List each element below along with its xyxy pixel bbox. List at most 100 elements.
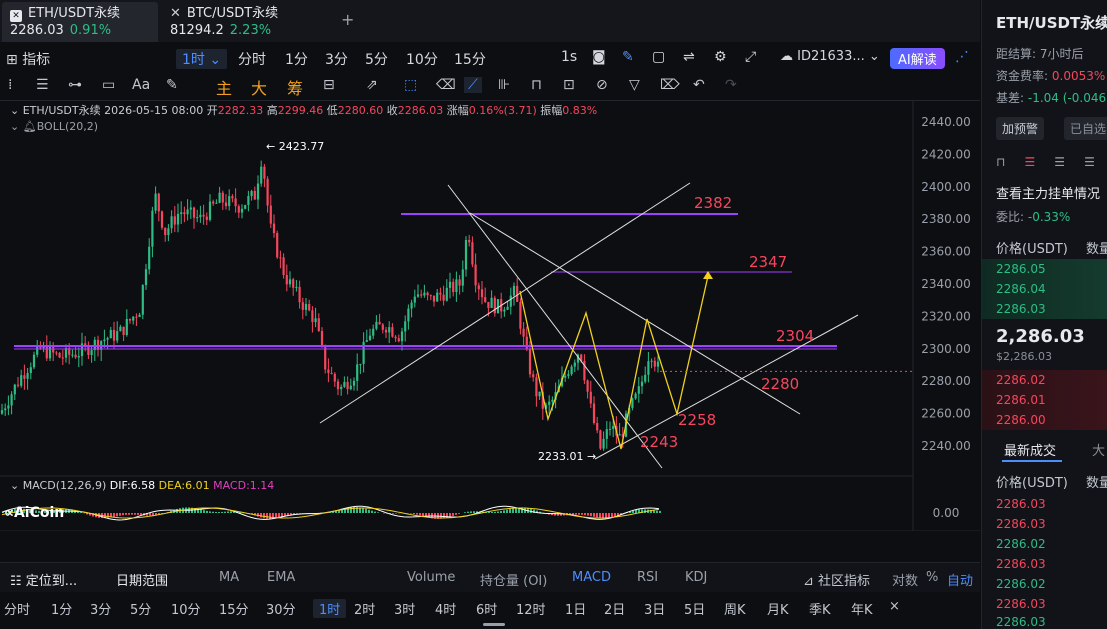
big-button[interactable]: 大 — [251, 75, 267, 99]
collapse-icon[interactable]: ⌄ — [10, 120, 19, 133]
scroll-indicator[interactable] — [483, 623, 505, 626]
eraser-icon[interactable]: ⌫ — [436, 77, 456, 93]
oi-button[interactable]: 持仓量 (OI) — [480, 570, 547, 589]
log-button[interactable]: 对数 — [892, 570, 918, 589]
close-icon[interactable]: × — [889, 599, 900, 614]
percent-button[interactable]: % — [926, 570, 938, 585]
fullscreen-icon[interactable]: ⤢ — [745, 49, 756, 65]
rect-icon[interactable]: ▭ — [102, 77, 115, 93]
interval-8[interactable]: 2时 — [354, 599, 375, 618]
line-tool-icon[interactable]: ⟋ — [464, 77, 482, 93]
ma-button[interactable]: MA — [219, 570, 239, 585]
interval-12[interactable]: 12时 — [516, 599, 546, 618]
interval-17[interactable]: 周K — [724, 599, 746, 618]
gear-icon[interactable]: ⚙ — [714, 49, 727, 65]
interval-15m[interactable]: 15分 — [454, 49, 486, 69]
interval-15[interactable]: 3日 — [644, 599, 665, 618]
date-range-button[interactable]: 日期范围 — [116, 570, 168, 589]
interval-selector[interactable]: 1时 ⌄ — [176, 49, 228, 69]
interval-10m[interactable]: 10分 — [406, 49, 438, 69]
alert-icon[interactable]: ⊡ — [563, 77, 575, 93]
interval-0[interactable]: 分时 — [4, 599, 30, 618]
ask-price[interactable]: 2286.03 — [996, 302, 1046, 316]
ask-price[interactable]: 2286.04 — [996, 282, 1046, 296]
interval-19[interactable]: 季K — [809, 599, 831, 618]
crosshair-icon[interactable]: ⁞ — [8, 77, 12, 93]
close-icon[interactable]: ✕ — [170, 6, 181, 21]
magnet-icon[interactable]: ⊘ — [596, 77, 608, 93]
large-trades-tab[interactable]: 大 — [1092, 440, 1105, 459]
tab-eth[interactable]: ✕ ETH/USDT永续 2286.03 0.91% — [2, 2, 158, 42]
boll-legend[interactable]: ⌄ 🔔︎BOLL(20,2) — [10, 120, 98, 133]
locate-button[interactable]: ☷ 定位到... — [10, 570, 77, 589]
indicator-button[interactable]: ⊞ 指标 — [6, 49, 50, 69]
redo-icon[interactable]: ↷ — [725, 77, 737, 93]
main-button[interactable]: 主 — [216, 75, 232, 99]
book-split-icon[interactable]: ☰ — [1024, 155, 1035, 169]
alert-button[interactable]: 加预警 — [996, 117, 1045, 140]
ai-button[interactable]: AI解读 — [890, 48, 945, 69]
volume-button[interactable]: Volume — [407, 570, 455, 585]
add-tab-icon[interactable]: + — [341, 10, 354, 29]
account-selector[interactable]: ☁ ID21633... ⌄ — [780, 49, 880, 64]
measure-icon[interactable]: ⇗ — [366, 77, 378, 93]
template-icon[interactable]: ▢ — [652, 49, 665, 65]
position-icon[interactable]: ⊪ — [498, 77, 510, 93]
interval-16[interactable]: 5日 — [684, 599, 705, 618]
macd-button[interactable]: MACD — [572, 570, 611, 585]
close-icon[interactable]: ✕ — [10, 10, 22, 22]
interval-1[interactable]: 1分 — [51, 599, 72, 618]
pencil-icon[interactable]: ✎ — [622, 49, 634, 65]
hline-icon[interactable]: ⊶ — [68, 77, 82, 93]
auto-button[interactable]: 自动 — [947, 570, 973, 589]
chart-area[interactable]: 2440.00 2420.00 2400.00 2380.00 2360.00 2340.… — [0, 101, 980, 554]
filter-icon[interactable]: ▽ — [629, 77, 640, 93]
interval-4[interactable]: 10分 — [171, 599, 201, 618]
bid-price[interactable]: 2286.02 — [996, 373, 1046, 387]
interval-7[interactable]: 1时 — [313, 599, 347, 618]
cursor-icon[interactable]: ⬚ — [404, 77, 417, 93]
menu-icon[interactable]: ☰ — [36, 77, 49, 93]
interval-18[interactable]: 月K — [767, 599, 789, 618]
chips-button[interactable]: 筹 — [287, 75, 303, 99]
interval-1m[interactable]: 1分 — [285, 49, 308, 69]
interval-11[interactable]: 6时 — [476, 599, 497, 618]
ema-button[interactable]: EMA — [267, 570, 295, 585]
trades-tab[interactable]: 最新成交 — [1004, 440, 1056, 459]
interval-9[interactable]: 3时 — [394, 599, 415, 618]
camera-icon[interactable]: ◙ — [592, 49, 606, 65]
favorite-button[interactable]: 已自选 — [1064, 117, 1107, 140]
text-icon[interactable]: Aa — [132, 77, 150, 93]
book-bid-icon[interactable]: ☰ — [1054, 155, 1065, 169]
kdj-button[interactable]: KDJ — [685, 570, 707, 585]
interval-20[interactable]: 年K — [851, 599, 873, 618]
price-chart[interactable]: 2440.00 2420.00 2400.00 2380.00 2360.00 2340.… — [0, 101, 980, 554]
ask-price[interactable]: 2286.05 — [996, 262, 1046, 276]
bid-price[interactable]: 2286.01 — [996, 393, 1046, 407]
tab-btc[interactable]: ✕ BTC/USDT永续 81294.2 2.23% — [162, 2, 322, 42]
undo-icon[interactable]: ↶ — [693, 77, 705, 93]
compare-icon[interactable]: ⇌ — [683, 49, 695, 65]
share-icon[interactable]: ⋰ — [955, 49, 969, 65]
lock-icon[interactable]: ⊓ — [531, 77, 542, 93]
rsi-button[interactable]: RSI — [637, 570, 658, 585]
community-indicator-button[interactable]: ⊿ 社区指标 — [803, 570, 870, 589]
book-icon[interactable]: ⊓ — [996, 155, 1005, 169]
collapse-icon[interactable]: ⌄ — [10, 479, 19, 492]
bid-price[interactable]: 2286.00 — [996, 413, 1046, 427]
interval-3[interactable]: 5分 — [130, 599, 151, 618]
interval-13[interactable]: 1日 — [565, 599, 586, 618]
interval-5m[interactable]: 5分 — [365, 49, 388, 69]
pen-icon[interactable]: ✎ — [166, 77, 178, 93]
book-ask-icon[interactable]: ☰ — [1084, 155, 1095, 169]
interval-14[interactable]: 2日 — [604, 599, 625, 618]
interval-5[interactable]: 15分 — [219, 599, 249, 618]
book-title[interactable]: 查看主力挂单情况 — [996, 183, 1100, 202]
interval-fenshi[interactable]: 分时 — [238, 49, 266, 69]
trash-icon[interactable]: ⌦ — [660, 77, 680, 93]
collapse-icon[interactable]: ⌄ — [10, 104, 19, 117]
sec-button[interactable]: 1s — [561, 49, 577, 65]
calc-icon[interactable]: ⊟ — [323, 77, 335, 93]
interval-6[interactable]: 30分 — [266, 599, 296, 618]
interval-3m[interactable]: 3分 — [325, 49, 348, 69]
